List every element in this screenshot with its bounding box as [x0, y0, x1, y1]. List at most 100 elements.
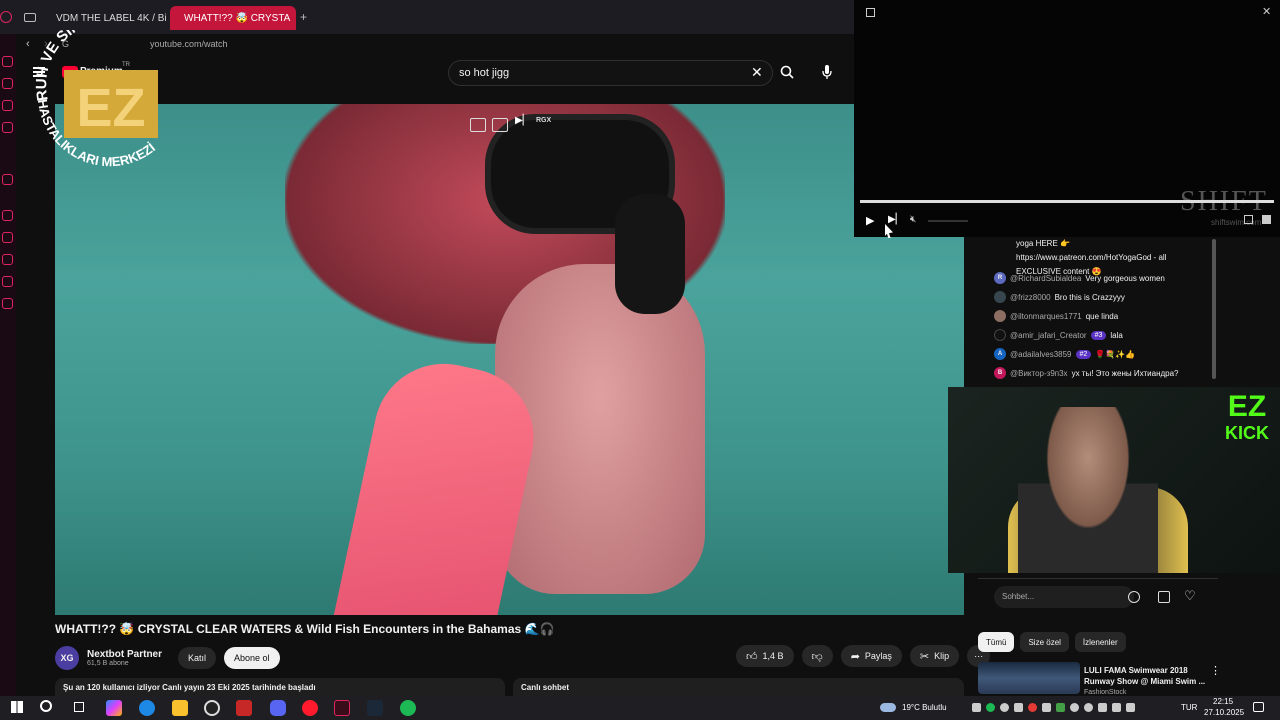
share-label: Paylaş — [864, 651, 892, 661]
weather-text[interactable]: 19°C Bulutlu — [902, 703, 947, 712]
discord-icon[interactable] — [270, 700, 286, 716]
sidebar-app-icon[interactable] — [2, 298, 13, 309]
close-icon[interactable]: ✕ — [1262, 5, 1271, 18]
play-icon[interactable]: ▶ — [866, 214, 874, 227]
chat-message-text: Bro this is Crazzyyy — [1054, 292, 1125, 302]
like-button[interactable]: 👍︎ 1,4 B — [736, 645, 794, 667]
clear-search-icon[interactable]: ✕ — [751, 64, 763, 81]
heart-icon[interactable]: ♡ — [1184, 588, 1196, 604]
dislike-button[interactable]: 👎︎ — [801, 645, 833, 667]
sidebar-app-icon[interactable] — [2, 174, 13, 185]
subscribe-button[interactable]: Abone ol — [224, 647, 280, 669]
steam-icon[interactable] — [367, 700, 383, 716]
chat-user[interactable]: @frizz8000 — [1010, 293, 1051, 302]
volume-slider[interactable] — [928, 220, 968, 222]
expand-icon[interactable] — [866, 8, 875, 17]
fullscreen-icon[interactable] — [1244, 215, 1253, 224]
live-chat-card[interactable]: Canlı sohbet — [513, 678, 964, 696]
video-player[interactable] — [55, 104, 964, 615]
pip-icon[interactable] — [492, 118, 508, 132]
browser-menu-icon[interactable] — [0, 11, 12, 23]
microphone-icon — [822, 65, 832, 79]
chat-message-text: Very gorgeous women — [1085, 273, 1165, 283]
sidebar-app-icon[interactable] — [2, 100, 13, 111]
tab-vdm[interactable]: VDM THE LABEL 4K / Biki — [42, 6, 166, 30]
join-button[interactable]: Katıl — [178, 647, 217, 669]
more-options-icon[interactable]: ⋮ — [1210, 664, 1221, 677]
sidebar-app-icon[interactable] — [2, 122, 13, 133]
floating-player[interactable]: ✕ SHIFT shiftswim.com ▶ ▶▏ 🔇︎ — [854, 0, 1280, 237]
chat-input[interactable]: Sohbet... — [994, 586, 1134, 608]
member-badge: #2 — [1075, 349, 1092, 359]
copilot-icon[interactable] — [106, 700, 122, 716]
chat-message-text: ух ты! Это жены Ихтиандра? — [1071, 368, 1179, 378]
opera-icon[interactable] — [302, 700, 318, 716]
filter-watched[interactable]: İzlenenler — [1074, 632, 1126, 652]
chat-user[interactable]: @RichardSubialdea — [1010, 274, 1081, 283]
channel-name[interactable]: Nextbot Partner — [87, 649, 162, 660]
system-tray-icons[interactable] — [972, 703, 1172, 713]
chat-input-area: Sohbet... ♡ — [978, 578, 1218, 612]
filter-for-you[interactable]: Size özel — [1020, 632, 1069, 652]
clock-date[interactable]: 27.10.2025 — [1204, 708, 1244, 717]
channel-row: XG Nextbot Partner 61,5 B abone Katıl Ab… — [55, 644, 280, 672]
sidebar-app-icon[interactable] — [2, 210, 13, 221]
sidebar-app-icon[interactable] — [2, 276, 13, 287]
channel-avatar[interactable]: XG — [55, 646, 79, 670]
chat-message: B @Виктор-з9п3х ух ты! Это жены Ихтиандр… — [994, 365, 1179, 381]
video-frame-snorkel — [615, 194, 685, 314]
edge-icon[interactable] — [139, 700, 155, 716]
chat-scrollbar[interactable] — [1212, 239, 1216, 379]
taskbar: 19°C Bulutlu TUR 22:15 27.10.2025 — [0, 696, 1280, 720]
windows-start-icon[interactable] — [11, 701, 23, 713]
pip-icon[interactable] — [1262, 215, 1271, 224]
recommended-title[interactable]: LULI FAMA Swimwear 2018 Runway Show @ Mi… — [1084, 665, 1214, 687]
emoji-icon[interactable] — [1128, 591, 1140, 603]
chat-user[interactable]: @adailalves3859 — [1010, 350, 1072, 359]
clock-time[interactable]: 22:15 — [1213, 697, 1233, 706]
browser-sidebar — [0, 34, 16, 696]
sidebar-app-icon[interactable] — [2, 56, 13, 67]
mute-icon[interactable]: 🔇︎ — [910, 214, 916, 225]
kick-logo-top: EZ — [1227, 390, 1267, 423]
search-button[interactable] — [774, 59, 800, 85]
sidebar-app-icon[interactable] — [2, 232, 13, 243]
voice-search-button[interactable] — [814, 59, 840, 85]
miniplayer-icon[interactable] — [470, 118, 486, 132]
new-tab-button[interactable]: + — [300, 10, 307, 24]
share-button[interactable]: ➦ Paylaş — [840, 645, 902, 667]
file-explorer-icon[interactable] — [172, 700, 188, 716]
chat-message: @frizz8000 Bro this is Crazzyyy — [994, 289, 1125, 305]
chat-message: @amir_jafari_Creator #3 lala — [994, 327, 1123, 343]
share-icon: ➦ — [850, 650, 860, 663]
spotify-icon[interactable] — [400, 700, 416, 716]
tab-whatt[interactable]: WHATT!?? 🤯 CRYSTA — [170, 6, 296, 30]
weather-icon[interactable] — [880, 703, 896, 712]
chat-user[interactable]: @Виктор-з9п3х — [1010, 369, 1068, 378]
input-language[interactable]: TUR — [1181, 703, 1197, 712]
recommended-thumbnail[interactable] — [978, 662, 1080, 694]
super-chat-icon[interactable] — [1158, 591, 1170, 603]
task-view-icon[interactable] — [74, 702, 84, 712]
chat-user[interactable]: @iltonmarques1771 — [1010, 312, 1082, 321]
next-icon[interactable]: ▶▏ — [888, 214, 903, 225]
notification-icon[interactable] — [1253, 702, 1264, 712]
join-label: Katıl — [188, 653, 207, 663]
search-icon — [780, 65, 794, 79]
next-icon[interactable]: ▶▏ — [515, 115, 530, 126]
chat-user[interactable]: @amir_jafari_Creator — [1010, 331, 1087, 340]
search-icon[interactable] — [40, 700, 52, 712]
obs-icon[interactable] — [204, 700, 220, 716]
sidebar-app-icon[interactable] — [2, 78, 13, 89]
progress-bar[interactable] — [860, 200, 1274, 203]
search-input[interactable]: so hot jigg — [448, 60, 773, 86]
recommendation-filters: Tümü Size özel İzlenenler — [978, 632, 1126, 652]
chat-avatar — [994, 291, 1006, 303]
recommended-video[interactable]: LULI FAMA Swimwear 2018 Runway Show @ Mi… — [978, 662, 1268, 696]
opera-gx-icon[interactable] — [334, 700, 350, 716]
tab-actions-icon[interactable] — [24, 13, 36, 22]
sidebar-app-icon[interactable] — [2, 254, 13, 265]
filter-all[interactable]: Tümü — [978, 632, 1015, 652]
voicemod-icon[interactable] — [236, 700, 252, 716]
clip-button[interactable]: ✂ Klip — [909, 645, 960, 667]
